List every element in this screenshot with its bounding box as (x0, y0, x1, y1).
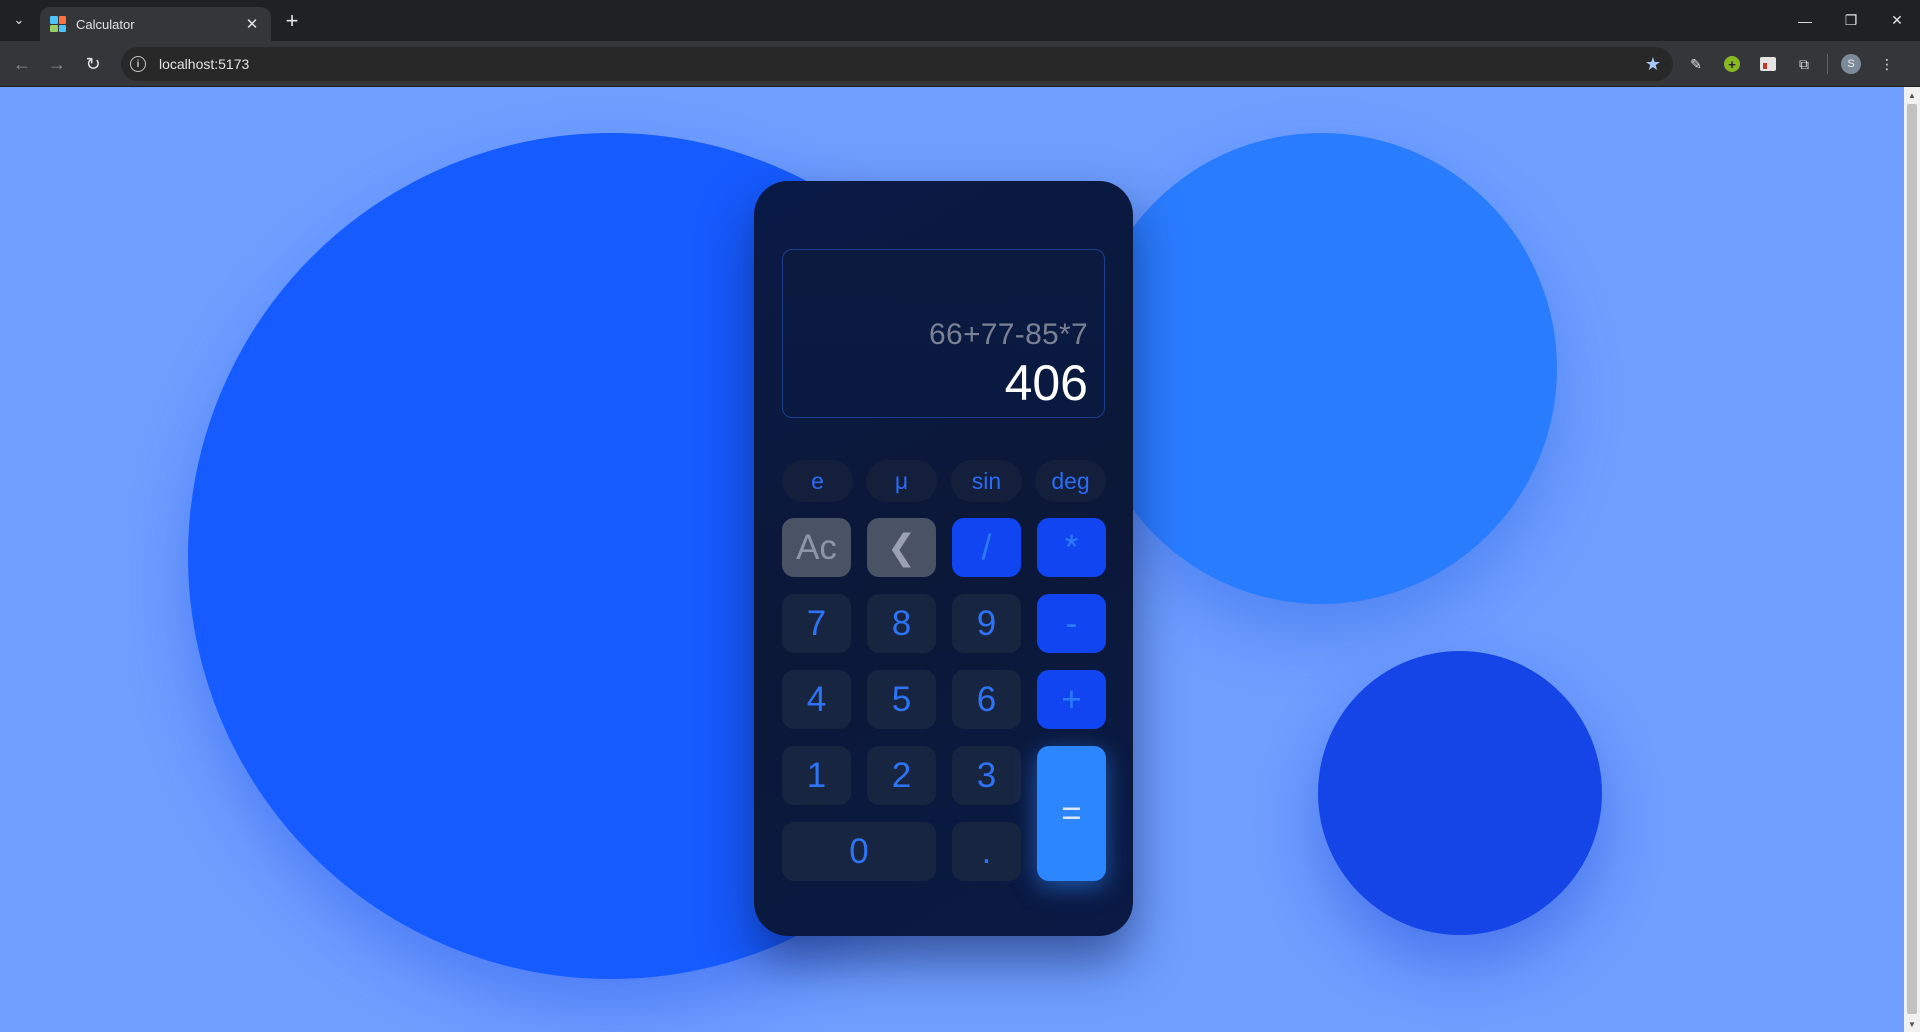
window-controls: — ❐ ✕ (1782, 0, 1920, 41)
forward-arrow-icon[interactable]: → (43, 50, 71, 78)
tab-search-chevron-icon[interactable]: ⌄ (6, 7, 32, 33)
digit-5-button[interactable]: 5 (867, 670, 936, 729)
puzzle-extensions-icon[interactable]: ⧉ (1791, 51, 1817, 77)
profile-avatar[interactable]: S (1838, 51, 1864, 77)
image-extension-icon[interactable] (1755, 51, 1781, 77)
sci-button-e[interactable]: e (782, 460, 853, 502)
clear-button[interactable]: Ac (782, 518, 851, 577)
multiply-button[interactable]: * (1037, 518, 1106, 577)
calculator: 66+77-85*7 406 e μ sin deg Ac ❮ / * 7 8 … (754, 181, 1133, 936)
sci-button-sin[interactable]: sin (951, 460, 1022, 502)
toolbar-divider (1827, 54, 1828, 74)
digit-7-button[interactable]: 7 (782, 594, 851, 653)
equals-button[interactable]: = (1037, 746, 1106, 881)
scroll-down-arrow-icon[interactable]: ▼ (1904, 1016, 1920, 1032)
tab-strip: ⌄ Calculator ✕ + — ❐ ✕ (0, 0, 1920, 41)
calculator-favicon-icon (50, 16, 66, 32)
decorative-circle-top-right (1086, 133, 1557, 604)
close-window-icon[interactable]: ✕ (1874, 0, 1920, 41)
digit-2-button[interactable]: 2 (867, 746, 936, 805)
scroll-up-arrow-icon[interactable]: ▲ (1904, 87, 1920, 103)
digit-0-button[interactable]: 0 (782, 822, 936, 881)
green-plus-extension-icon[interactable]: + (1719, 51, 1745, 77)
browser-toolbar: ← → ↻ i localhost:5173 ★ ✎ + ⧉ S ⋮ (0, 41, 1920, 87)
tab-title: Calculator (76, 16, 135, 32)
page-viewport: 66+77-85*7 406 e μ sin deg Ac ❮ / * 7 8 … (0, 87, 1904, 1032)
address-bar[interactable]: i localhost:5173 ★ (121, 47, 1673, 81)
minus-button[interactable]: - (1037, 594, 1106, 653)
divide-button[interactable]: / (952, 518, 1021, 577)
calculator-display: 66+77-85*7 406 (782, 249, 1105, 418)
avatar-letter: S (1841, 54, 1861, 74)
back-arrow-icon[interactable]: ← (8, 50, 36, 78)
digit-6-button[interactable]: 6 (952, 670, 1021, 729)
backspace-button[interactable]: ❮ (867, 518, 936, 577)
plus-button[interactable]: + (1037, 670, 1106, 729)
sci-button-mu[interactable]: μ (866, 460, 937, 502)
extensions-area: ✎ + ⧉ S ⋮ (1683, 50, 1900, 78)
vertical-scrollbar[interactable]: ▲ ▼ (1904, 87, 1920, 1032)
digit-1-button[interactable]: 1 (782, 746, 851, 805)
tab-close-icon[interactable]: ✕ (243, 15, 261, 33)
scroll-thumb[interactable] (1907, 104, 1917, 1014)
site-info-icon[interactable]: i (130, 56, 146, 72)
digit-9-button[interactable]: 9 (952, 594, 1021, 653)
bookmark-star-icon[interactable]: ★ (1645, 54, 1661, 75)
digit-3-button[interactable]: 3 (952, 746, 1021, 805)
minimize-icon[interactable]: — (1782, 0, 1828, 41)
reload-icon[interactable]: ↻ (79, 50, 107, 78)
digit-8-button[interactable]: 8 (867, 594, 936, 653)
result-text: 406 (1004, 355, 1088, 411)
digit-4-button[interactable]: 4 (782, 670, 851, 729)
eyedropper-icon[interactable]: ✎ (1683, 51, 1709, 77)
expression-text: 66+77-85*7 (929, 318, 1088, 351)
decorative-circle-bottom-right (1318, 651, 1602, 935)
tab-calculator[interactable]: Calculator ✕ (40, 7, 271, 41)
decimal-button[interactable]: . (952, 822, 1021, 881)
kebab-menu-icon[interactable]: ⋮ (1874, 51, 1900, 77)
url-text[interactable]: localhost:5173 (159, 56, 1645, 72)
sci-button-deg[interactable]: deg (1035, 460, 1106, 502)
restore-icon[interactable]: ❐ (1828, 0, 1874, 41)
new-tab-plus-icon[interactable]: + (279, 8, 305, 34)
